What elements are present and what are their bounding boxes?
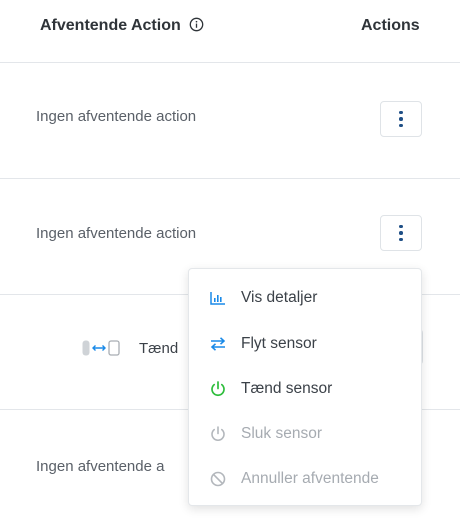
kebab-menu-icon bbox=[399, 110, 403, 128]
table-header: Afventende Action Actions bbox=[0, 0, 460, 63]
swap-arrows-icon bbox=[208, 334, 228, 354]
pending-action-text: Ingen afventende a bbox=[36, 458, 165, 475]
row-actions-button[interactable] bbox=[380, 101, 422, 137]
pending-action-header-label: Afventende Action bbox=[40, 17, 181, 34]
menu-item-label: Tænd sensor bbox=[241, 380, 333, 397]
pending-action-text: Ingen afventende action bbox=[36, 225, 197, 242]
kebab-menu-icon bbox=[399, 224, 403, 242]
table-row: Ingen afventende action bbox=[0, 63, 460, 179]
menu-item-vis-detaljer[interactable]: Vis detaljer bbox=[189, 281, 421, 315]
actions-header: Actions bbox=[361, 17, 420, 34]
menu-item-annuller-afventende: Annuller afventende bbox=[189, 462, 421, 496]
menu-item-flyt-sensor[interactable]: Flyt sensor bbox=[189, 327, 421, 361]
menu-item-label: Annuller afventende bbox=[241, 470, 379, 487]
row-actions-button[interactable] bbox=[380, 215, 422, 251]
menu-item-sluk-sensor: Sluk sensor bbox=[189, 417, 421, 451]
menu-item-label: Sluk sensor bbox=[241, 425, 322, 442]
sensor-device-outline-icon bbox=[108, 340, 120, 356]
bar-chart-icon bbox=[208, 288, 228, 308]
row-actions-menu: Vis detaljer Flyt sensor Tænd sensor Slu… bbox=[188, 268, 422, 506]
swap-arrows-icon bbox=[92, 345, 106, 351]
pending-action-text: Ingen afventende action bbox=[36, 108, 197, 125]
menu-item-label: Flyt sensor bbox=[241, 335, 317, 352]
menu-item-taend-sensor[interactable]: Tænd sensor bbox=[189, 372, 421, 406]
pending-action-text: Tænd bbox=[139, 340, 179, 357]
menu-item-label: Vis detaljer bbox=[241, 289, 318, 306]
pending-action-header: Afventende Action bbox=[40, 17, 204, 37]
sensor-swap-indicator bbox=[82, 340, 120, 356]
cancel-icon bbox=[208, 469, 228, 489]
sensor-device-icon bbox=[82, 340, 90, 356]
power-icon bbox=[208, 379, 228, 399]
power-icon bbox=[208, 424, 228, 444]
info-icon[interactable] bbox=[189, 17, 204, 37]
